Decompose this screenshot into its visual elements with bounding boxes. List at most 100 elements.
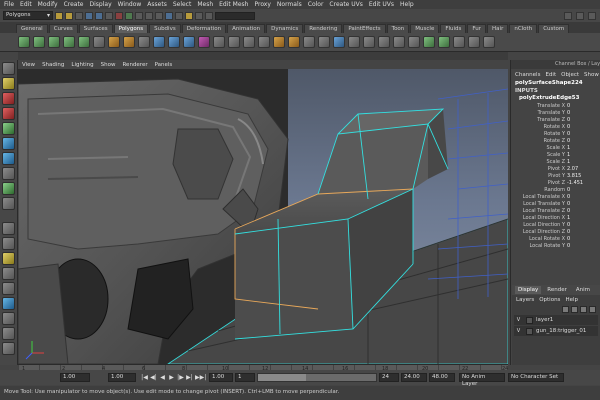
channel-attribute-row[interactable]: Scale X1 [511,145,600,152]
snap-point-icon[interactable] [145,11,153,20]
harden-edge-icon[interactable] [408,36,420,48]
layer-row[interactable]: Vgun_18:trigger_01 [514,326,598,336]
step-back-frame-button[interactable]: ◀ [159,374,166,381]
panel-menu-renderer[interactable]: Renderer [122,62,147,68]
extrude-icon[interactable] [213,36,225,48]
layer-tab-render[interactable]: Render [544,286,570,294]
tab-ncloth[interactable]: nCloth [509,24,538,33]
snap-grid-icon[interactable] [125,11,133,20]
offset-edge-loop-icon[interactable] [303,36,315,48]
channel-attribute-row[interactable]: Pivot Z -1.451 [511,180,600,187]
playback-start-field[interactable]: 1.00 [209,373,233,382]
attribute-value[interactable]: 0 [567,110,570,117]
move-layer-up-icon[interactable] [580,305,587,313]
channel-box-menu-show[interactable]: Show [584,72,599,78]
channel-attribute-row[interactable]: Local Translate Z0 [511,208,600,215]
channel-attribute-row[interactable]: Rotate Z0 [511,138,600,145]
show-manipulator-icon[interactable] [2,182,15,195]
step-forward-key-button[interactable]: ▶| [186,374,193,381]
channel-attribute-row[interactable]: Scale Z1 [511,159,600,166]
four-view-layout-icon[interactable] [2,237,15,250]
persp-outliner-layout-icon[interactable] [2,252,15,265]
channel-attribute-row[interactable]: Scale Y1 [511,152,600,159]
attribute-value[interactable]: 0 [567,229,570,236]
poke-face-icon[interactable] [363,36,375,48]
separate-icon[interactable] [123,36,135,48]
uv-editor-icon[interactable] [438,36,450,48]
layer-color-swatch[interactable] [526,316,533,324]
poly-cylinder-icon[interactable] [48,36,60,48]
start-time-field[interactable]: 1.00 [60,373,90,382]
show-channel-box-icon[interactable] [588,11,596,20]
rotate-tool-icon[interactable] [2,122,15,135]
tab-hair[interactable]: Hair [487,24,509,33]
channel-box-input-node[interactable]: polyExtrudeEdge53 [511,95,600,103]
soft-mod-tool-icon[interactable] [2,167,15,180]
tab-deformation[interactable]: Deformation [181,24,227,33]
channel-attribute-row[interactable]: Local Translate Y0 [511,201,600,208]
layer-tab-anim[interactable]: Anim [573,286,593,294]
attribute-value[interactable]: 0 [567,103,570,110]
panel-menu-show[interactable]: Show [101,62,116,68]
go-to-start-button[interactable]: |◀ [141,374,148,381]
menu-create-uvs[interactable]: Create UVs [329,1,362,8]
boolean-difference-icon[interactable] [183,36,195,48]
anim-layer-dropdown[interactable]: No Anim Layer [459,373,505,387]
attribute-value[interactable]: 0 [567,243,570,250]
menu-color[interactable]: Color [308,1,324,8]
panel-menu-shading[interactable]: Shading [42,62,64,68]
duplicate-face-icon[interactable] [378,36,390,48]
attribute-value[interactable]: 2.07 [567,166,578,173]
attribute-value[interactable]: 0 [567,208,570,215]
channel-attribute-row[interactable]: Random 0 [511,187,600,194]
history-icon[interactable] [165,11,173,20]
tab-general[interactable]: General [16,24,48,33]
extract-icon[interactable] [138,36,150,48]
graph-editor-layout-icon[interactable] [2,342,15,355]
tab-curves[interactable]: Curves [48,24,78,33]
channel-attribute-row[interactable]: Translate Y0 [511,110,600,117]
channel-attribute-row[interactable]: Rotate Y0 [511,131,600,138]
new-scene-icon[interactable] [55,11,63,20]
layer-menu-help[interactable]: Help [565,297,578,303]
attribute-value[interactable]: 0 [567,194,570,201]
attribute-value[interactable]: 0 [567,131,570,138]
show-attribute-editor-icon[interactable] [564,11,572,20]
menu-modify[interactable]: Modify [38,1,58,8]
menu-set-dropdown[interactable]: Polygons [3,11,53,20]
show-tool-settings-icon[interactable] [576,11,584,20]
append-polygon-icon[interactable] [243,36,255,48]
channel-attribute-row[interactable]: Local Rotate X0 [511,236,600,243]
snap-curve-icon[interactable] [135,11,143,20]
snap-plane-icon[interactable] [155,11,163,20]
menu-edit[interactable]: Edit [20,1,32,8]
attribute-value[interactable]: 0 [567,187,570,194]
panel-menu-panels[interactable]: Panels [155,62,173,68]
panel-menu-lighting[interactable]: Lighting [71,62,93,68]
tab-polygons[interactable]: Polygons [113,24,149,33]
playback-end-field[interactable]: 24.00 [401,373,427,382]
channel-box-menu-edit[interactable]: Edit [545,72,556,78]
move-layer-down-icon[interactable] [589,305,596,313]
go-to-end-button[interactable]: ▶▶| [195,374,206,381]
tab-fluids[interactable]: Fluids [440,24,467,33]
render-current-icon[interactable] [185,11,193,20]
poly-cube-icon[interactable] [33,36,45,48]
attribute-value[interactable]: 3.815 [567,173,581,180]
paint-select-tool-icon[interactable] [2,92,15,105]
select-tool-icon[interactable] [2,62,15,75]
hypershade-layout-icon[interactable] [2,282,15,295]
split-polygon-icon[interactable] [273,36,285,48]
panel-menu-view[interactable]: View [22,62,35,68]
attribute-value[interactable]: 1 [567,159,570,166]
mirror-geometry-icon[interactable] [198,36,210,48]
sculpt-tool-icon[interactable] [468,36,480,48]
layer-tab-display[interactable]: Display [515,286,542,294]
channel-attribute-row[interactable]: Local Direction X1 [511,215,600,222]
attribute-value[interactable]: 0 [567,236,570,243]
step-forward-frame-button[interactable]: |▶ [177,374,184,381]
crease-tool-icon[interactable] [453,36,465,48]
menu-edit-mesh[interactable]: Edit Mesh [219,1,248,8]
layer-menu-options[interactable]: Options [539,297,560,303]
select-by-object-icon[interactable] [95,11,103,20]
